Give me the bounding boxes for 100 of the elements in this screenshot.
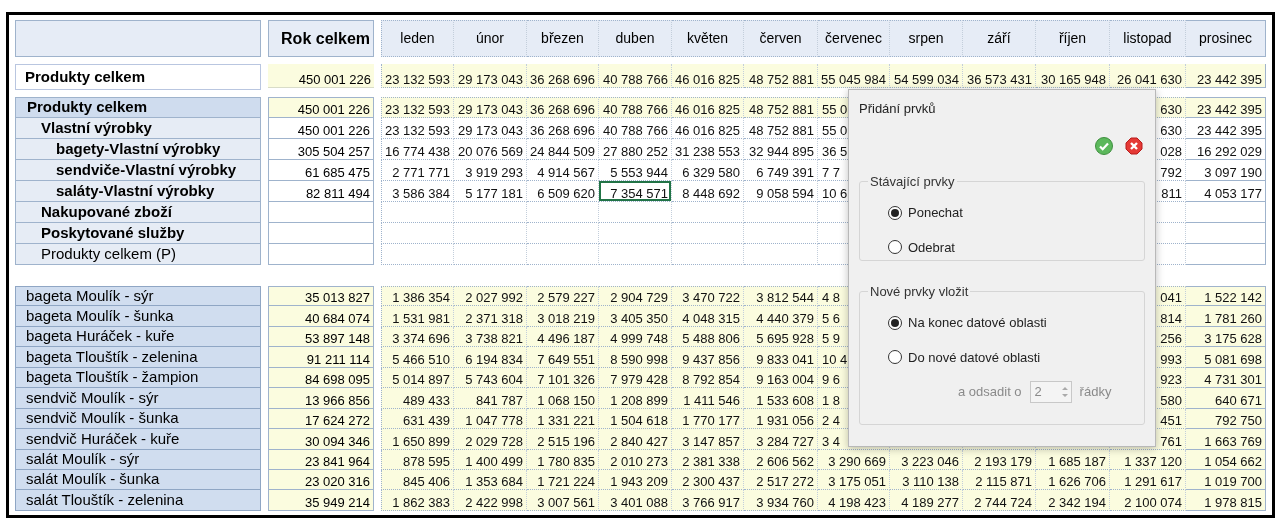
table-cell: 3 110 138 xyxy=(890,469,963,491)
confirm-icon[interactable] xyxy=(1095,137,1113,155)
table-cell: 2 193 179 xyxy=(963,449,1036,470)
offset-unit: řádky xyxy=(1079,383,1112,402)
table-cell xyxy=(527,244,599,265)
table-cell: 6 749 391 xyxy=(744,160,818,181)
table-cell: 3 097 190 xyxy=(1186,160,1266,181)
column-header: leden xyxy=(381,20,454,57)
row-label[interactable]: saláty-Vlastní výrobky xyxy=(15,181,261,202)
table-cell: 2 010 273 xyxy=(599,449,672,470)
close-icon[interactable] xyxy=(1125,137,1143,155)
table-cell: 8 792 854 xyxy=(672,367,744,389)
table-cell: 82 811 494 xyxy=(268,181,374,202)
table-cell: 6 194 834 xyxy=(454,347,527,368)
table-cell: 91 211 114 xyxy=(268,347,374,368)
table-cell: 2 515 196 xyxy=(527,429,599,450)
table-cell: 17 624 272 xyxy=(268,408,374,430)
table-cell: 2 606 562 xyxy=(744,449,818,470)
table-cell: 53 897 148 xyxy=(268,326,374,348)
radio-button[interactable] xyxy=(888,350,902,365)
row-label[interactable]: bageta Moulík - šunka xyxy=(15,306,261,327)
row-label[interactable]: Nakupované zboží xyxy=(15,202,261,223)
table-cell: 5 743 604 xyxy=(454,367,527,389)
table-cell: 5 553 944 xyxy=(599,160,672,181)
table-cell: 2 100 074 xyxy=(1110,490,1186,511)
table-cell: 3 919 293 xyxy=(454,160,527,181)
table-cell: 16 774 438 xyxy=(381,139,454,160)
table-cell: 55 045 984 xyxy=(818,64,890,88)
row-label: Produkty celkem xyxy=(15,64,261,90)
table-cell: 23 020 316 xyxy=(268,469,374,491)
table-cell: 4 048 315 xyxy=(672,306,744,327)
table-cell: 3 766 917 xyxy=(672,490,744,511)
table-cell: 1 626 706 xyxy=(1036,469,1110,491)
table-cell: 1 931 056 xyxy=(744,408,818,430)
row-label[interactable]: bagety-Vlastní výrobky xyxy=(15,139,261,160)
column-header: září xyxy=(963,20,1036,57)
table-cell: 5 466 510 xyxy=(381,347,454,368)
table-cell xyxy=(527,223,599,244)
column-header: duben xyxy=(599,20,672,57)
table-cell xyxy=(527,202,599,223)
row-label[interactable]: sendvič Huráček - kuře xyxy=(15,429,261,450)
table-cell: 36 268 696 xyxy=(527,97,599,118)
table-cell: 1 047 778 xyxy=(454,408,527,430)
row-label[interactable]: sendvič Moulík - sýr xyxy=(15,388,261,409)
column-header: červen xyxy=(744,20,818,57)
table-cell: 23 132 593 xyxy=(381,64,454,88)
row-label[interactable]: Produkty celkem (P) xyxy=(15,244,261,265)
table-cell: 35 013 827 xyxy=(268,286,374,307)
row-label[interactable]: salát Moulík - sýr xyxy=(15,449,261,470)
table-cell: 8 590 998 xyxy=(599,347,672,368)
table-cell: 4 189 277 xyxy=(890,490,963,511)
row-label[interactable]: salát Moulík - šunka xyxy=(15,469,261,491)
row-label[interactable]: sendvič Moulík - šunka xyxy=(15,408,261,430)
radio-button[interactable] xyxy=(888,240,902,255)
table-cell: 450 001 226 xyxy=(268,118,374,139)
row-label[interactable]: Produkty celkem xyxy=(15,97,261,118)
row-label[interactable]: bageta Moulík - sýr xyxy=(15,286,261,307)
table-cell: 9 163 004 xyxy=(744,367,818,389)
table-cell: 54 599 034 xyxy=(890,64,963,88)
table-cell: 23 132 593 xyxy=(381,97,454,118)
table-cell: 305 504 257 xyxy=(268,139,374,160)
table-cell: 1 685 187 xyxy=(1036,449,1110,470)
radio-button[interactable] xyxy=(888,315,902,330)
table-cell: 7 354 571 xyxy=(599,181,672,202)
table-cell: 1 019 700 xyxy=(1186,469,1266,491)
table-cell: 30 165 948 xyxy=(1036,64,1110,88)
table-cell: 23 442 395 xyxy=(1186,64,1266,88)
column-header: prosinec xyxy=(1186,20,1266,57)
row-label[interactable]: Poskytované služby xyxy=(15,223,261,244)
table-cell: 46 016 825 xyxy=(672,64,744,88)
table-cell: 2 840 427 xyxy=(599,429,672,450)
row-label[interactable]: Vlastní výrobky xyxy=(15,118,261,139)
row-label[interactable]: bageta Tlouštík - zelenina xyxy=(15,347,261,368)
table-cell: 30 094 346 xyxy=(268,429,374,450)
radio-button[interactable] xyxy=(888,205,902,220)
table-cell: 48 752 881 xyxy=(744,64,818,88)
radio-label[interactable]: Odebrat xyxy=(908,237,955,257)
table-cell: 46 016 825 xyxy=(672,97,744,118)
table-cell: 1 337 120 xyxy=(1110,449,1186,470)
table-cell: 1 533 608 xyxy=(744,388,818,409)
table-cell: 3 401 088 xyxy=(599,490,672,511)
table-cell: 7 649 551 xyxy=(527,347,599,368)
table-cell: 1 208 899 xyxy=(599,388,672,409)
table-cell: 36 268 696 xyxy=(527,118,599,139)
table-cell: 6 509 620 xyxy=(527,181,599,202)
radio-label[interactable]: Na konec datové oblasti xyxy=(908,313,1047,333)
table-cell: 40 788 766 xyxy=(599,118,672,139)
row-label[interactable]: salát Tlouštík - zelenina xyxy=(15,490,261,511)
radio-label[interactable]: Do nové datové oblasti xyxy=(908,347,1041,367)
table-cell: 1 862 383 xyxy=(381,490,454,511)
table-cell: 1 400 499 xyxy=(454,449,527,470)
table-cell: 841 787 xyxy=(454,388,527,409)
row-label[interactable]: sendviče-Vlastní výrobky xyxy=(15,160,261,181)
table-cell: 2 771 771 xyxy=(381,160,454,181)
row-label[interactable]: bageta Huráček - kuře xyxy=(15,326,261,348)
table-cell: 1 522 142 xyxy=(1186,286,1266,307)
radio-label[interactable]: Ponechat xyxy=(908,203,963,223)
table-cell xyxy=(672,223,744,244)
row-label[interactable]: bageta Tlouštík - žampion xyxy=(15,367,261,389)
table-cell: 48 752 881 xyxy=(744,118,818,139)
